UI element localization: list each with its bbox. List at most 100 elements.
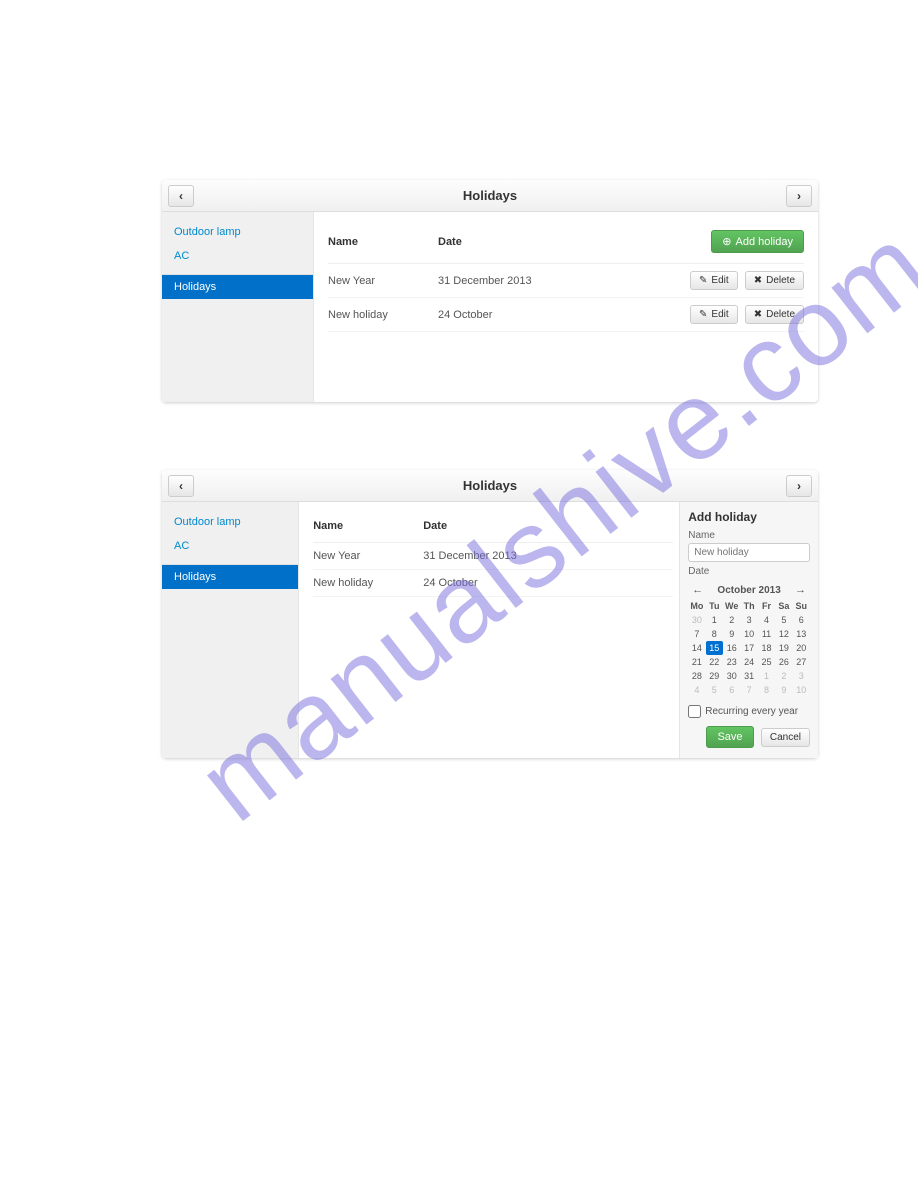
holidays-panel-add: ‹ Holidays › Outdoor lamp AC Holidays Na… <box>162 470 818 758</box>
delete-icon: ✖ <box>754 309 762 320</box>
sidebar-item-outdoor-lamp[interactable]: Outdoor lamp <box>162 510 298 534</box>
add-holiday-button[interactable]: ⊕ Add holiday <box>711 230 804 253</box>
table-row: New Year 31 December 2013 ✎ Edit ✖ Delet… <box>328 264 804 298</box>
calendar-day[interactable]: 6 <box>793 613 810 627</box>
table-row: New Year 31 December 2013 <box>313 543 673 570</box>
calendar-day[interactable]: 7 <box>740 683 757 697</box>
header-bar: ‹ Holidays › <box>162 470 818 502</box>
calendar-day[interactable]: 3 <box>740 613 757 627</box>
cancel-button[interactable]: Cancel <box>761 728 810 747</box>
table-header: Name Date ⊕ Add holiday <box>328 226 804 264</box>
main-content: Name Date New Year 31 December 2013 New … <box>299 502 679 758</box>
calendar-day[interactable]: 7 <box>688 627 705 641</box>
calendar-day[interactable]: 4 <box>758 613 775 627</box>
sidebar: Outdoor lamp AC Holidays <box>162 502 299 758</box>
calendar-day[interactable]: 24 <box>740 655 757 669</box>
recurring-row: Recurring every year <box>688 705 810 718</box>
calendar-day[interactable]: 14 <box>688 641 705 655</box>
save-button[interactable]: Save <box>706 726 753 748</box>
calendar-day[interactable]: 10 <box>793 683 810 697</box>
sidebar-item-holidays[interactable]: Holidays <box>162 565 298 589</box>
delete-button[interactable]: ✖ Delete <box>745 305 804 324</box>
calendar-day[interactable]: 11 <box>758 627 775 641</box>
calendar-day[interactable]: 4 <box>688 683 705 697</box>
edit-button[interactable]: ✎ Edit <box>690 271 738 290</box>
calendar-day[interactable]: 3 <box>793 669 810 683</box>
row-name: New Year <box>328 275 438 287</box>
calendar-day[interactable]: 2 <box>775 669 792 683</box>
calendar-day[interactable]: 16 <box>723 641 740 655</box>
sidebar: Outdoor lamp AC Holidays <box>162 212 314 402</box>
sidebar-item-holidays[interactable]: Holidays <box>162 275 313 299</box>
calendar-day[interactable]: 30 <box>723 669 740 683</box>
calendar-next-button[interactable]: → <box>793 584 808 596</box>
calendar-day[interactable]: 21 <box>688 655 705 669</box>
calendar-dow: Th <box>740 599 757 613</box>
nav-prev-button[interactable]: ‹ <box>168 475 194 497</box>
delete-label: Delete <box>766 275 795 286</box>
calendar-day[interactable]: 10 <box>740 627 757 641</box>
calendar-day[interactable]: 8 <box>758 683 775 697</box>
calendar-day[interactable]: 12 <box>775 627 792 641</box>
form-title: Add holiday <box>688 510 810 524</box>
edit-icon: ✎ <box>699 309 707 320</box>
calendar-day[interactable]: 6 <box>723 683 740 697</box>
calendar-day[interactable]: 15 <box>706 641 723 655</box>
nav-next-button[interactable]: › <box>786 475 812 497</box>
calendar-day[interactable]: 1 <box>706 613 723 627</box>
add-holiday-label: Add holiday <box>736 236 794 248</box>
calendar-day[interactable]: 5 <box>775 613 792 627</box>
plus-circle-icon: ⊕ <box>722 235 731 248</box>
calendar-dow: Sa <box>775 599 792 613</box>
calendar-day[interactable]: 8 <box>706 627 723 641</box>
calendar-dow: Mo <box>688 599 705 613</box>
calendar-dow: Fr <box>758 599 775 613</box>
calendar-day[interactable]: 27 <box>793 655 810 669</box>
calendar-day[interactable]: 17 <box>740 641 757 655</box>
edit-label: Edit <box>711 275 728 286</box>
calendar-dow: Tu <box>706 599 723 613</box>
calendar-grid: MoTuWeThFrSaSu30123456789101112131415161… <box>688 599 810 697</box>
calendar-day[interactable]: 28 <box>688 669 705 683</box>
calendar-day[interactable]: 20 <box>793 641 810 655</box>
calendar-day[interactable]: 29 <box>706 669 723 683</box>
page-title: Holidays <box>463 188 517 203</box>
page-title: Holidays <box>463 478 517 493</box>
calendar-day[interactable]: 1 <box>758 669 775 683</box>
calendar-header: ← October 2013 → <box>688 581 810 599</box>
sidebar-item-ac[interactable]: AC <box>162 534 298 558</box>
calendar-day[interactable]: 5 <box>706 683 723 697</box>
form-footer: Save Cancel <box>688 726 810 748</box>
calendar-day[interactable]: 18 <box>758 641 775 655</box>
calendar-day[interactable]: 30 <box>688 613 705 627</box>
calendar-day[interactable]: 2 <box>723 613 740 627</box>
table-row: New holiday 24 October <box>313 570 673 597</box>
col-header-date: Date <box>438 236 634 248</box>
delete-label: Delete <box>766 309 795 320</box>
calendar-day[interactable]: 13 <box>793 627 810 641</box>
calendar-day[interactable]: 23 <box>723 655 740 669</box>
calendar-day[interactable]: 31 <box>740 669 757 683</box>
delete-button[interactable]: ✖ Delete <box>745 271 804 290</box>
calendar-day[interactable]: 22 <box>706 655 723 669</box>
sidebar-item-ac[interactable]: AC <box>162 244 313 268</box>
calendar-day[interactable]: 25 <box>758 655 775 669</box>
calendar-prev-button[interactable]: ← <box>690 584 705 596</box>
edit-button[interactable]: ✎ Edit <box>690 305 738 324</box>
table-row: New holiday 24 October ✎ Edit ✖ Delete <box>328 298 804 332</box>
calendar-day[interactable]: 9 <box>723 627 740 641</box>
edit-icon: ✎ <box>699 275 707 286</box>
calendar-day[interactable]: 19 <box>775 641 792 655</box>
calendar-day[interactable]: 26 <box>775 655 792 669</box>
calendar-day[interactable]: 9 <box>775 683 792 697</box>
nav-prev-button[interactable]: ‹ <box>168 185 194 207</box>
sidebar-item-outdoor-lamp[interactable]: Outdoor lamp <box>162 220 313 244</box>
recurring-checkbox[interactable] <box>688 705 701 718</box>
holidays-table: Name Date ⊕ Add holiday New Year 31 Dece… <box>328 226 804 332</box>
calendar-dow: We <box>723 599 740 613</box>
row-name: New holiday <box>328 309 438 321</box>
main-content: Name Date ⊕ Add holiday New Year 31 Dece… <box>314 212 818 402</box>
holidays-panel-list: ‹ Holidays › Outdoor lamp AC Holidays Na… <box>162 180 818 402</box>
nav-next-button[interactable]: › <box>786 185 812 207</box>
name-input[interactable] <box>688 543 810 562</box>
